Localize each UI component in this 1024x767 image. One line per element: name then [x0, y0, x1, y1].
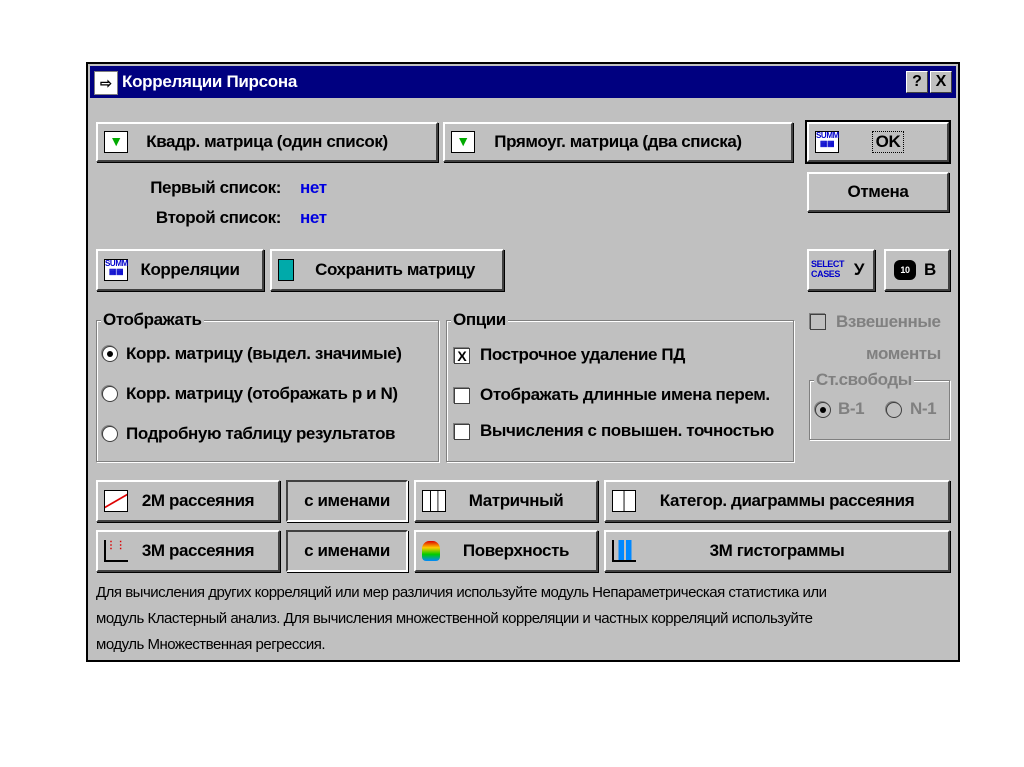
casewise-deletion-label[interactable]: Построчное удаление ПД [480, 345, 685, 365]
select-cases-label: У [853, 260, 865, 279]
close-button[interactable]: X [930, 71, 952, 93]
categorized-scatter-label: Категор. диаграммы рассеяния [659, 491, 915, 510]
floppy-disk-icon [278, 259, 294, 281]
histogram-3d-label: 3М гистограммы [709, 541, 845, 560]
scatter-2d-icon [104, 490, 128, 512]
histogram-3d-button[interactable]: 3М гистограммы [604, 530, 950, 572]
scatter-3d-button[interactable]: ⋮⋮ 3М рассеяния [96, 530, 280, 572]
summary-icon: SUMM ▦▦ [104, 259, 128, 281]
second-list-label: Второй список: [155, 208, 281, 227]
categorized-scatter-icon [612, 490, 636, 512]
scatter-2d-button[interactable]: 2М рассеяния [96, 480, 280, 522]
save-matrix-label: Сохранить матрицу [315, 260, 475, 279]
matrix-plot-icon [422, 490, 446, 512]
display-option-2-label[interactable]: Корр. матрицу (отображать р и N) [126, 384, 398, 404]
high-precision-checkbox[interactable] [454, 424, 470, 440]
histogram-3d-icon [612, 540, 636, 562]
cancel-label: Отмена [847, 182, 909, 201]
info-note-line-2: модуль Кластерный анализ. Для вычисления… [96, 610, 813, 627]
display-option-3-label[interactable]: Подробную таблицу результатов [126, 424, 396, 444]
weight-icon: 10 [894, 260, 916, 280]
info-note-line-3: модуль Множественная регрессия. [96, 636, 326, 653]
square-matrix-button[interactable]: ▼ Квадр. матрица (один список) [96, 122, 438, 162]
options-group-title: Опции [451, 310, 508, 330]
weights-button[interactable]: 10 В [884, 249, 950, 291]
display-option-3-radio[interactable] [102, 426, 118, 442]
save-matrix-button[interactable]: Сохранить матрицу [270, 249, 504, 291]
cancel-button[interactable]: Отмена [807, 172, 949, 212]
select-cases-button[interactable]: SELECT CASES У [807, 249, 875, 291]
pearson-correlation-dialog: ⇨ Корреляции Пирсона ? X ▼ Квадр. матриц… [86, 62, 960, 662]
variables-icon: ▼ [451, 131, 475, 153]
df-b1-radio[interactable] [815, 402, 831, 418]
ok-button[interactable]: SUMM ▦▦ OK [805, 120, 951, 164]
variables-icon: ▼ [104, 131, 128, 153]
help-button[interactable]: ? [906, 71, 928, 93]
surface-plot-label: Поверхность [462, 541, 570, 560]
title-bar[interactable]: ⇨ Корреляции Пирсона ? X [90, 66, 956, 98]
weighted-moments-checkbox[interactable] [810, 314, 826, 330]
summary-icon: SUMM ▦▦ [815, 131, 839, 153]
square-matrix-label: Квадр. матрица (один список) [146, 132, 388, 151]
weights-label: В [924, 260, 936, 279]
matrix-plot-button[interactable]: Матричный [414, 480, 598, 522]
weighted-moments-label: Взвешенные [836, 312, 941, 331]
first-list-label: Первый список: [150, 178, 281, 197]
second-list-value: нет [300, 208, 327, 227]
surface-plot-icon [422, 541, 440, 561]
long-names-label[interactable]: Отображать длинные имена перем. [480, 385, 770, 405]
rect-matrix-button[interactable]: ▼ Прямоуг. матрица (два списка) [443, 122, 793, 162]
scatter-3d-names-toggle[interactable]: с именами [286, 530, 408, 572]
correlations-button[interactable]: SUMM ▦▦ Корреляции [96, 249, 264, 291]
display-option-1-label[interactable]: Корр. матрицу (выдел. значимые) [126, 344, 402, 364]
long-names-checkbox[interactable] [454, 388, 470, 404]
display-option-1-radio[interactable] [102, 346, 118, 362]
scatter-3d-icon: ⋮⋮ [104, 540, 128, 562]
correlations-label: Корреляции [140, 260, 240, 279]
df-group-title: Ст.свободы [814, 370, 914, 390]
scatter-3d-label: 3М рассеяния [141, 541, 255, 560]
surface-plot-button[interactable]: Поверхность [414, 530, 598, 572]
ok-label: OK [871, 131, 905, 153]
scatter-2d-label: 2М рассеяния [141, 491, 255, 510]
info-note-line-1: Для вычисления других корреляций или мер… [96, 584, 827, 601]
scatter-2d-names-label: с именами [304, 491, 390, 510]
high-precision-label[interactable]: Вычисления с повышен. точностью [480, 421, 774, 441]
categorized-scatter-button[interactable]: Категор. диаграммы рассеяния [604, 480, 950, 522]
first-list-value: нет [300, 178, 327, 197]
window-title: Корреляции Пирсона [122, 72, 297, 91]
scatter-2d-names-toggle[interactable]: с именами [286, 480, 408, 522]
display-option-2-radio[interactable] [102, 386, 118, 402]
rect-matrix-label: Прямоуг. матрица (два списка) [494, 132, 742, 151]
df-b1-label: B-1 [838, 399, 865, 418]
df-n1-radio[interactable] [886, 402, 902, 418]
display-group-title: Отображать [101, 310, 204, 330]
app-icon: ⇨ [94, 71, 118, 95]
df-n1-label: N-1 [910, 399, 937, 418]
select-cases-icon: SELECT CASES [811, 259, 845, 279]
matrix-plot-label: Матричный [468, 491, 564, 510]
weighted-moments-label-2: моменты [866, 344, 941, 363]
scatter-3d-names-label: с именами [304, 541, 390, 560]
casewise-deletion-checkbox[interactable]: X [454, 348, 470, 364]
